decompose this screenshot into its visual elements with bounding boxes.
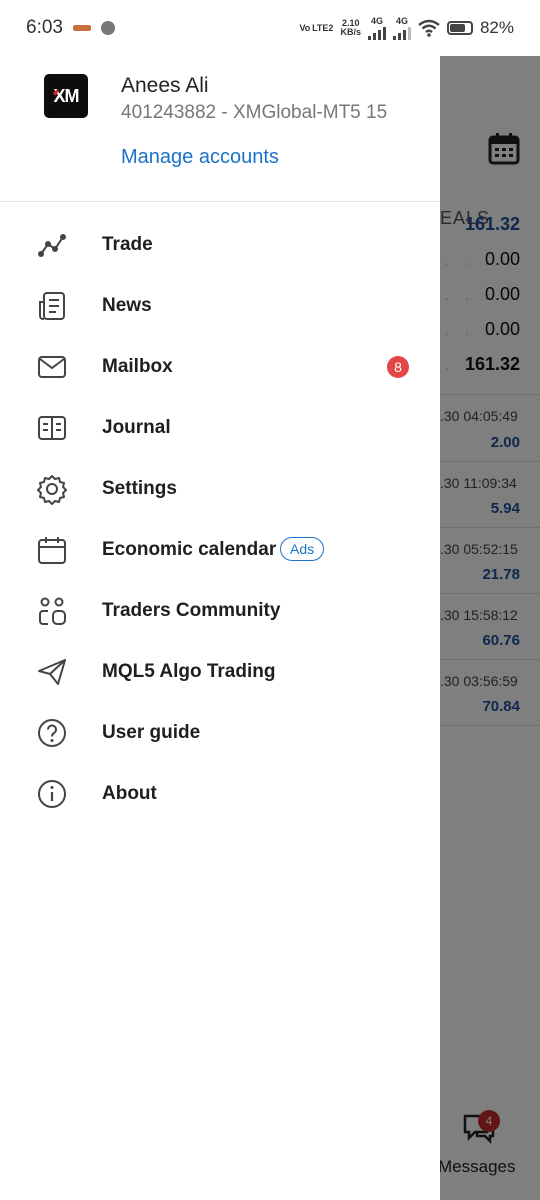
- divider: [440, 461, 540, 462]
- help-icon: [38, 719, 66, 747]
- signal-bars-icon: [392, 26, 411, 40]
- summary-value: 161.32: [464, 354, 520, 374]
- messages-badge: 4: [478, 1110, 500, 1132]
- account-name: Anees Ali: [121, 74, 209, 97]
- xm-logo: XM: [44, 74, 88, 118]
- status-right: Vo LTE2 2.10 KB/s 4G 4G 82%: [299, 15, 514, 40]
- menu-label: Trade: [102, 233, 153, 255]
- menu-label: Traders Community: [102, 599, 281, 621]
- info-icon: [38, 780, 66, 808]
- signal-1-label: 4G: [370, 15, 383, 26]
- menu-label: Mailbox: [102, 355, 173, 377]
- signal-1: 4G: [367, 15, 386, 40]
- send-icon: [38, 659, 66, 685]
- clock: 6:03: [26, 17, 63, 38]
- journal-icon: [38, 416, 66, 440]
- summary-value: 0.00: [484, 249, 520, 269]
- battery-icon: [446, 21, 473, 35]
- menu-label: Settings: [102, 477, 177, 499]
- menu-item-mailbox[interactable]: Mailbox 8: [0, 336, 440, 397]
- deal-time: .30 04:05:49: [440, 408, 518, 424]
- menu-label: About: [102, 782, 157, 804]
- divider: [440, 593, 540, 594]
- signal-2: 4G: [392, 15, 411, 40]
- wifi-icon: [418, 19, 440, 37]
- mailbox-badge: 8: [387, 356, 409, 378]
- gear-icon: [37, 475, 67, 505]
- signal-2-label: 4G: [395, 15, 408, 26]
- status-bar: 6:03 Vo LTE2 2.10 KB/s 4G 4G 82%: [0, 0, 540, 56]
- deal-value: 60.76: [482, 632, 520, 649]
- deal-value: 70.84: [482, 698, 520, 715]
- signal-bars-icon: [367, 26, 386, 40]
- battery-fill: [449, 24, 465, 32]
- divider: [440, 725, 540, 726]
- trend-line-icon: [38, 234, 66, 257]
- menu-item-mql5-algo-trading[interactable]: MQL5 Algo Trading: [0, 641, 440, 702]
- net-speed: 2.10 KB/s: [340, 19, 361, 37]
- deal-time: .30 05:52:15: [440, 541, 518, 557]
- menu-item-settings[interactable]: Settings: [0, 458, 440, 519]
- menu-label: MQL5 Algo Trading: [102, 660, 276, 682]
- summary-value: 0.00: [484, 284, 520, 304]
- menu-label: News: [102, 294, 152, 316]
- menu-label: Economic calendar: [102, 538, 277, 560]
- menu-label: Journal: [102, 416, 171, 438]
- divider: [440, 527, 540, 528]
- account-id: 401243882 - XMGlobal-MT5 15: [121, 102, 388, 123]
- volte-label: Vo LTE2: [299, 22, 334, 33]
- calendar-icon: [38, 537, 66, 564]
- ads-tag: Ads: [280, 537, 325, 561]
- menu-item-journal[interactable]: Journal: [0, 397, 440, 458]
- deal-value: 21.78: [482, 566, 520, 583]
- summary-value: 0.00: [484, 319, 520, 339]
- calendar-icon[interactable]: [488, 132, 520, 166]
- app-notification-icon: [100, 21, 115, 35]
- messages-tab-label[interactable]: Messages: [438, 1157, 515, 1177]
- drawer-menu: Trade News Mailbox 8 Journal Settings Ec…: [0, 214, 440, 824]
- menu-item-traders-community[interactable]: Traders Community: [0, 580, 440, 641]
- menu-item-user-guide[interactable]: User guide: [0, 702, 440, 763]
- community-icon: [39, 597, 66, 625]
- deal-time: .30 11:09:34: [440, 475, 517, 491]
- battery-percent: 82%: [479, 18, 514, 37]
- status-left: 6:03: [26, 17, 115, 39]
- menu-item-about[interactable]: About: [0, 763, 440, 824]
- menu-item-news[interactable]: News: [0, 275, 440, 336]
- mail-icon: [38, 356, 66, 378]
- divider: [440, 659, 540, 660]
- deal-value: 2.00: [490, 434, 520, 451]
- divider: [0, 201, 440, 202]
- deal-time: .30 15:58:12: [440, 607, 518, 623]
- navigation-drawer: XM Anees Ali 401243882 - XMGlobal-MT5 15…: [0, 56, 440, 1200]
- menu-label: User guide: [102, 721, 201, 743]
- balance-value: 161.32: [464, 214, 520, 234]
- manage-accounts-link[interactable]: Manage accounts: [121, 146, 279, 169]
- menu-item-economic-calendar[interactable]: Economic calendar Ads: [0, 519, 440, 580]
- menu-item-trade[interactable]: Trade: [0, 214, 440, 275]
- news-icon: [39, 292, 65, 320]
- notification-icon: [72, 25, 91, 31]
- deal-value: 5.94: [490, 500, 520, 517]
- net-speed-unit: KB/s: [340, 27, 361, 37]
- deal-time: .30 03:56:59: [440, 673, 518, 689]
- divider: [440, 394, 540, 395]
